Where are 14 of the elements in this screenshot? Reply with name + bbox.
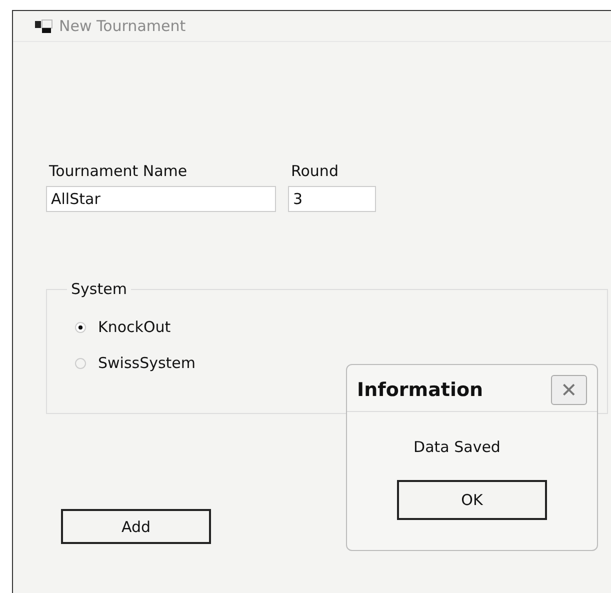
close-button[interactable]: ✕ [551, 375, 587, 405]
group-title: System [70, 280, 128, 298]
add-button[interactable]: Add [61, 509, 211, 544]
message-text: Data Saved [414, 438, 500, 456]
field-label: Tournament Name [48, 162, 188, 180]
window-title: New Tournament [59, 17, 186, 35]
text-field[interactable]: AllStar [46, 186, 276, 212]
window-icon [35, 18, 53, 34]
ok-button[interactable]: OK [397, 480, 547, 520]
radio-option[interactable]: SwissSystem [75, 354, 587, 372]
text-field[interactable]: 3 [288, 186, 376, 212]
message-title: Information [357, 379, 484, 401]
radio-option[interactable]: KnockOut [75, 318, 587, 336]
field-label: Round [290, 162, 340, 180]
